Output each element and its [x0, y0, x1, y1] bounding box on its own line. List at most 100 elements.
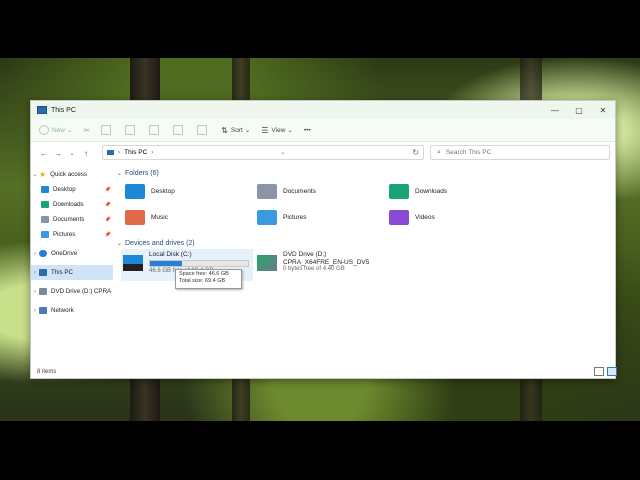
- copy-button[interactable]: [101, 125, 114, 135]
- drive-tooltip: Space free: 46.6 GB Total size: 69.4 GB: [175, 269, 242, 289]
- sort-button[interactable]: ⇅ Sort ⌄: [221, 126, 250, 135]
- sort-icon: ⇅: [221, 125, 228, 135]
- share-button[interactable]: [173, 125, 186, 135]
- sidebar-item-onedrive[interactable]: › OneDrive: [31, 246, 113, 261]
- up-arrow-icon[interactable]: ↑: [79, 149, 93, 158]
- downloads-icon: [41, 201, 49, 208]
- downloads-folder-icon: [389, 183, 409, 199]
- navigation-pane: ⌄ ★ Quick access Desktop 📌 Downloads 📌 D…: [31, 167, 113, 365]
- drive-name: DVD Drive (D:): [283, 251, 327, 258]
- address-dropdown-icon[interactable]: ⌄: [280, 149, 285, 156]
- cloud-icon: [39, 250, 47, 257]
- recent-dropdown-icon[interactable]: ⌄: [65, 150, 79, 157]
- new-icon: [39, 125, 49, 135]
- details-view-icon[interactable]: [594, 367, 604, 376]
- window-title: This PC: [51, 106, 76, 114]
- file-explorer-window: This PC — ▢ ✕ New ⌄ ✂ ⇅ Sort ⌄ ☰ View ⌄ •••…: [30, 100, 617, 379]
- pin-icon: 📌: [104, 216, 111, 223]
- cut-button[interactable]: ✂: [83, 126, 90, 135]
- item-count: 8 items: [37, 369, 57, 375]
- view-button[interactable]: ☰ View ⌄: [261, 126, 293, 135]
- documents-folder-icon: [257, 183, 277, 199]
- maximize-button[interactable]: ▢: [567, 106, 591, 115]
- chevron-down-icon[interactable]: ⌄: [117, 240, 125, 247]
- folder-desktop[interactable]: Desktop: [125, 181, 175, 201]
- sidebar-item-network[interactable]: › Network: [31, 303, 113, 318]
- delete-button[interactable]: [197, 125, 210, 135]
- content-pane: ⌄ Folders (6) Desktop Documents Download…: [117, 167, 611, 365]
- pin-icon: 📌: [104, 231, 111, 238]
- pin-icon: 📌: [104, 186, 111, 193]
- desktop-folder-icon: [125, 183, 145, 199]
- dvd-drive-icon: [39, 288, 47, 295]
- minimize-button[interactable]: —: [543, 106, 567, 115]
- breadcrumb-separator[interactable]: ›: [151, 149, 153, 156]
- sidebar-item-quick-access[interactable]: ⌄ ★ Quick access: [31, 167, 113, 182]
- folder-downloads[interactable]: Downloads: [389, 181, 447, 201]
- new-button[interactable]: New ⌄: [39, 125, 72, 135]
- cut-icon: ✂: [83, 125, 91, 135]
- windows-drive-icon: [123, 255, 143, 271]
- search-input[interactable]: Search This PC: [446, 149, 491, 156]
- dvd-drive-icon: [257, 255, 277, 271]
- drive-free-space: 0 bytes free of 4.40 GB: [283, 266, 345, 272]
- network-icon: [39, 307, 47, 314]
- paste-button[interactable]: [125, 125, 138, 135]
- chevron-right-icon[interactable]: ›: [31, 289, 39, 295]
- refresh-icon[interactable]: ↻: [412, 148, 419, 157]
- sidebar-item-desktop[interactable]: Desktop 📌: [31, 182, 113, 197]
- drive-name: Local Disk (C:): [149, 251, 192, 258]
- sidebar-item-dvd-drive[interactable]: › DVD Drive (D:) CPRA: [31, 284, 113, 299]
- pictures-icon: [41, 231, 49, 238]
- drives-section-header[interactable]: ⌄ Devices and drives (2): [117, 237, 611, 249]
- paste-icon: [125, 125, 136, 135]
- chevron-right-icon[interactable]: ›: [31, 308, 39, 314]
- music-folder-icon: [125, 209, 145, 225]
- chevron-down-icon[interactable]: ⌄: [117, 170, 125, 177]
- view-icon: ☰: [261, 125, 269, 135]
- address-bar[interactable]: › This PC › ⌄ ↻: [102, 145, 424, 160]
- chevron-right-icon[interactable]: ›: [31, 270, 39, 276]
- desktop-folder-icon: [41, 186, 49, 193]
- view-toggles: [594, 367, 617, 376]
- more-options-button[interactable]: •••: [304, 127, 311, 134]
- sidebar-item-this-pc[interactable]: › This PC: [31, 265, 113, 280]
- tiles-view-icon[interactable]: [607, 367, 617, 376]
- window-controls: — ▢ ✕: [543, 106, 615, 115]
- drive-usage-bar: [149, 259, 249, 267]
- sidebar-item-documents[interactable]: Documents 📌: [31, 212, 113, 227]
- search-icon: ⌕: [437, 148, 441, 156]
- pin-icon: 📌: [104, 201, 111, 208]
- chevron-down-icon[interactable]: ⌄: [31, 171, 39, 178]
- pictures-folder-icon: [257, 209, 277, 225]
- status-bar: 8 items: [31, 366, 621, 378]
- this-pc-icon: [39, 269, 47, 276]
- copy-icon: [101, 125, 112, 135]
- forward-arrow-icon[interactable]: →: [51, 149, 65, 158]
- drive-volume-label: CPRA_X64FRE_EN-US_DV5: [283, 258, 370, 266]
- folder-documents[interactable]: Documents: [257, 181, 316, 201]
- folder-pictures[interactable]: Pictures: [257, 207, 306, 227]
- delete-icon: [197, 125, 208, 135]
- folders-section-header[interactable]: ⌄ Folders (6): [117, 167, 611, 179]
- drive-usage-fill: [150, 260, 183, 266]
- documents-icon: [41, 216, 49, 223]
- folder-videos[interactable]: Videos: [389, 207, 435, 227]
- title-bar: This PC — ▢ ✕: [31, 101, 615, 119]
- rename-icon: [149, 125, 160, 135]
- folder-music[interactable]: Music: [125, 207, 168, 227]
- breadcrumb-this-pc[interactable]: This PC: [124, 149, 147, 156]
- chevron-right-icon[interactable]: ›: [31, 251, 39, 257]
- breadcrumb-separator: ›: [118, 149, 121, 156]
- this-pc-icon: [107, 150, 114, 155]
- command-bar: New ⌄ ✂ ⇅ Sort ⌄ ☰ View ⌄ •••: [31, 119, 615, 142]
- search-box[interactable]: ⌕ Search This PC: [430, 145, 610, 160]
- sidebar-item-pictures[interactable]: Pictures 📌: [31, 227, 113, 242]
- sidebar-item-downloads[interactable]: Downloads 📌: [31, 197, 113, 212]
- rename-button[interactable]: [149, 125, 162, 135]
- star-icon: ★: [39, 170, 47, 179]
- close-button[interactable]: ✕: [591, 106, 615, 115]
- back-arrow-icon[interactable]: ←: [37, 149, 51, 158]
- folders-grid: Desktop Documents Downloads Music Pictur…: [117, 179, 611, 233]
- drive-dvd-d[interactable]: DVD Drive (D:) CPRA_X64FRE_EN-US_DV5 0 b…: [255, 249, 371, 281]
